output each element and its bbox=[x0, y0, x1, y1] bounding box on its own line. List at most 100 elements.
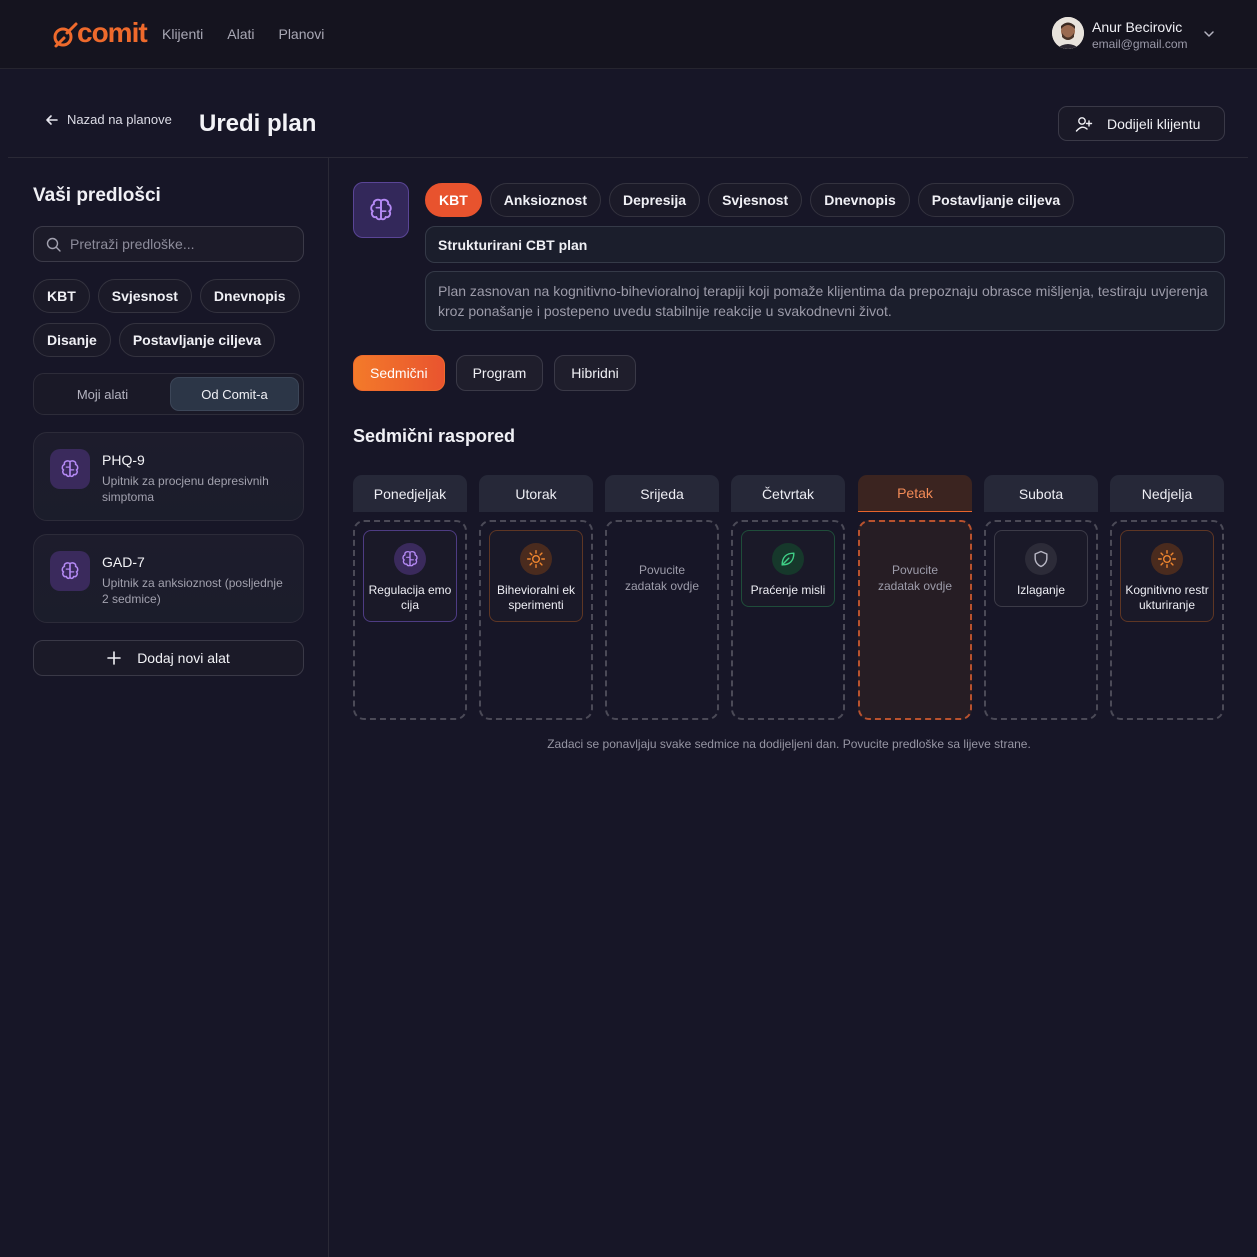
category-svjesnost[interactable]: Svjesnost bbox=[708, 183, 803, 217]
task-label: Bihevioralni eksperimenti bbox=[496, 583, 576, 612]
task-icon-wrapper bbox=[772, 543, 804, 575]
day-header: Petak bbox=[858, 475, 972, 512]
day-drop-zone[interactable]: Kognitivno restrukturiranje bbox=[1110, 520, 1224, 720]
user-name: Anur Becirovic bbox=[1092, 19, 1183, 35]
day-drop-zone[interactable]: Bihevioralni eksperimenti bbox=[479, 520, 593, 720]
schedule-title: Sedmični raspored bbox=[353, 426, 516, 446]
day-header: Srijeda bbox=[605, 475, 719, 512]
category-depresija[interactable]: Depresija bbox=[609, 183, 701, 217]
task-card[interactable]: Regulacija emocija bbox=[363, 530, 457, 622]
nav-item-planovi[interactable]: Planovi bbox=[278, 25, 324, 43]
day-drop-zone[interactable]: Povucite zadatak ovdje bbox=[605, 520, 719, 720]
task-card[interactable]: Bihevioralni eksperimenti bbox=[489, 530, 583, 622]
tool-description: Upitnik za anksioznost (posljednje 2 sed… bbox=[102, 576, 283, 606]
sun-icon bbox=[526, 549, 546, 569]
template-search[interactable] bbox=[33, 226, 304, 262]
tool-name: GAD-7 bbox=[102, 554, 145, 570]
day-drop-zone[interactable]: Izlaganje bbox=[984, 520, 1098, 720]
mode-weekly[interactable]: Sedmični bbox=[353, 355, 445, 391]
nav-item-alati[interactable]: Alati bbox=[227, 25, 254, 43]
brain-icon bbox=[61, 460, 79, 478]
user-email: email@gmail.com bbox=[1092, 37, 1188, 51]
task-card[interactable]: Kognitivno restrukturiranje bbox=[1120, 530, 1214, 622]
back-to-plans-link[interactable]: Nazad na planove bbox=[45, 112, 172, 127]
main-nav: Klijenti Alati Planovi bbox=[162, 25, 324, 43]
category-postavljanje-ciljeva[interactable]: Postavljanje ciljeva bbox=[917, 183, 1075, 217]
brain-icon bbox=[370, 198, 392, 221]
task-card[interactable]: Praćenje misli bbox=[741, 530, 835, 607]
task-icon-wrapper bbox=[1025, 543, 1057, 575]
category-anksioznost[interactable]: Anksioznost bbox=[489, 183, 602, 217]
plan-mode-selector: Sedmični Program Hibridni bbox=[353, 355, 636, 391]
day-drop-zone[interactable]: Povucite zadatak ovdje bbox=[858, 520, 972, 720]
toggle-my-tools[interactable]: Moji alati bbox=[38, 377, 167, 411]
tool-icon-wrapper bbox=[50, 449, 90, 489]
templates-title: Vaši predlošci bbox=[33, 185, 161, 206]
task-icon-wrapper bbox=[394, 543, 426, 575]
tag-svjesnost[interactable]: Svjesnost bbox=[97, 279, 192, 313]
plan-category-tags: KBT Anksioznost Depresija Svjesnost Dnev… bbox=[425, 183, 1075, 217]
tool-card-gad7[interactable]: GAD-7 Upitnik za anksioznost (posljednje… bbox=[33, 534, 304, 623]
plan-icon-picker[interactable] bbox=[353, 182, 409, 238]
tag-disanje[interactable]: Disanje bbox=[33, 323, 111, 357]
top-navbar: comit Klijenti Alati Planovi Anur Beciro… bbox=[0, 0, 1257, 69]
category-dnevnopis[interactable]: Dnevnopis bbox=[810, 183, 910, 217]
tool-card-phq9[interactable]: PHQ-9 Upitnik za procjenu depresivnih si… bbox=[33, 432, 304, 521]
day-column-friday: Petak Povucite zadatak ovdje bbox=[858, 475, 972, 720]
drop-hint: Povucite zadatak ovdje bbox=[877, 563, 953, 593]
day-column-tuesday: Utorak Bihevioralni eksperimenti bbox=[479, 475, 593, 720]
avatar bbox=[1052, 17, 1084, 49]
task-icon-wrapper bbox=[1151, 543, 1183, 575]
day-header: Četvrtak bbox=[731, 475, 845, 512]
header-divider bbox=[8, 157, 1248, 158]
user-avatar-icon bbox=[1052, 17, 1084, 49]
brain-icon bbox=[61, 562, 79, 580]
day-drop-zone[interactable]: Regulacija emocija bbox=[353, 520, 467, 720]
plus-icon bbox=[107, 651, 121, 665]
day-header: Nedjelja bbox=[1110, 475, 1224, 512]
chevron-down-icon[interactable] bbox=[1202, 27, 1216, 41]
day-column-saturday: Subota Izlaganje bbox=[984, 475, 1098, 720]
tag-kbt[interactable]: KBT bbox=[33, 279, 90, 313]
day-drop-zone[interactable]: Praćenje misli bbox=[731, 520, 845, 720]
nav-item-klijenti[interactable]: Klijenti bbox=[162, 25, 203, 43]
user-menu[interactable]: Anur Becirovic email@gmail.com bbox=[1052, 17, 1222, 53]
mode-program[interactable]: Program bbox=[455, 355, 544, 391]
assign-to-client-button[interactable]: Dodijeli klijentu bbox=[1058, 106, 1225, 141]
tag-dnevnopis[interactable]: Dnevnopis bbox=[199, 279, 300, 313]
shield-icon bbox=[1034, 550, 1048, 568]
day-column-monday: Ponedjeljak Regulacija emocija bbox=[353, 475, 467, 720]
mode-hybrid[interactable]: Hibridni bbox=[554, 355, 636, 391]
tools-source-toggle: Moji alati Od Comit-a bbox=[33, 373, 304, 415]
day-header: Ponedjeljak bbox=[353, 475, 467, 512]
schedule-footnote: Zadaci se ponavljaju svake sedmice na do… bbox=[547, 737, 1031, 751]
task-label: Regulacija emocija bbox=[368, 583, 452, 612]
assign-label: Dodijeli klijentu bbox=[1107, 115, 1201, 132]
arrow-left-icon bbox=[46, 114, 58, 125]
task-label: Kognitivno restrukturiranje bbox=[1125, 583, 1209, 612]
tag-postavljanje-ciljeva[interactable]: Postavljanje ciljeva bbox=[118, 323, 276, 357]
day-header: Subota bbox=[984, 475, 1098, 512]
logo-wordmark: comit bbox=[77, 17, 148, 48]
back-label: Nazad na planove bbox=[67, 112, 172, 127]
comit-logo[interactable]: comit bbox=[50, 16, 148, 52]
search-input[interactable] bbox=[70, 236, 290, 252]
toggle-comit-tools[interactable]: Od Comit-a bbox=[170, 377, 299, 411]
add-tool-label: Dodaj novi alat bbox=[137, 650, 230, 666]
user-plus-icon bbox=[1075, 116, 1093, 132]
task-label: Izlaganje bbox=[1016, 583, 1066, 597]
category-kbt[interactable]: KBT bbox=[425, 183, 482, 217]
add-new-tool-button[interactable]: Dodaj novi alat bbox=[33, 640, 304, 676]
tool-icon-wrapper bbox=[50, 551, 90, 591]
drop-hint: Povucite zadatak ovdje bbox=[624, 563, 700, 593]
sidebar-divider bbox=[328, 158, 329, 1257]
sun-icon bbox=[1157, 549, 1177, 569]
tool-name: PHQ-9 bbox=[102, 452, 145, 468]
tool-description: Upitnik za procjenu depresivnih simptoma bbox=[102, 474, 269, 504]
leaf-icon bbox=[781, 552, 795, 566]
plan-name-field[interactable]: Strukturirani CBT plan bbox=[425, 226, 1225, 263]
day-column-sunday: Nedjelja Kognitivno restrukturiranje bbox=[1110, 475, 1224, 720]
plan-description-field[interactable]: Plan zasnovan na kognitivno-bihevioralno… bbox=[425, 271, 1225, 331]
task-card[interactable]: Izlaganje bbox=[994, 530, 1088, 607]
rocket-logo-icon bbox=[53, 22, 78, 48]
